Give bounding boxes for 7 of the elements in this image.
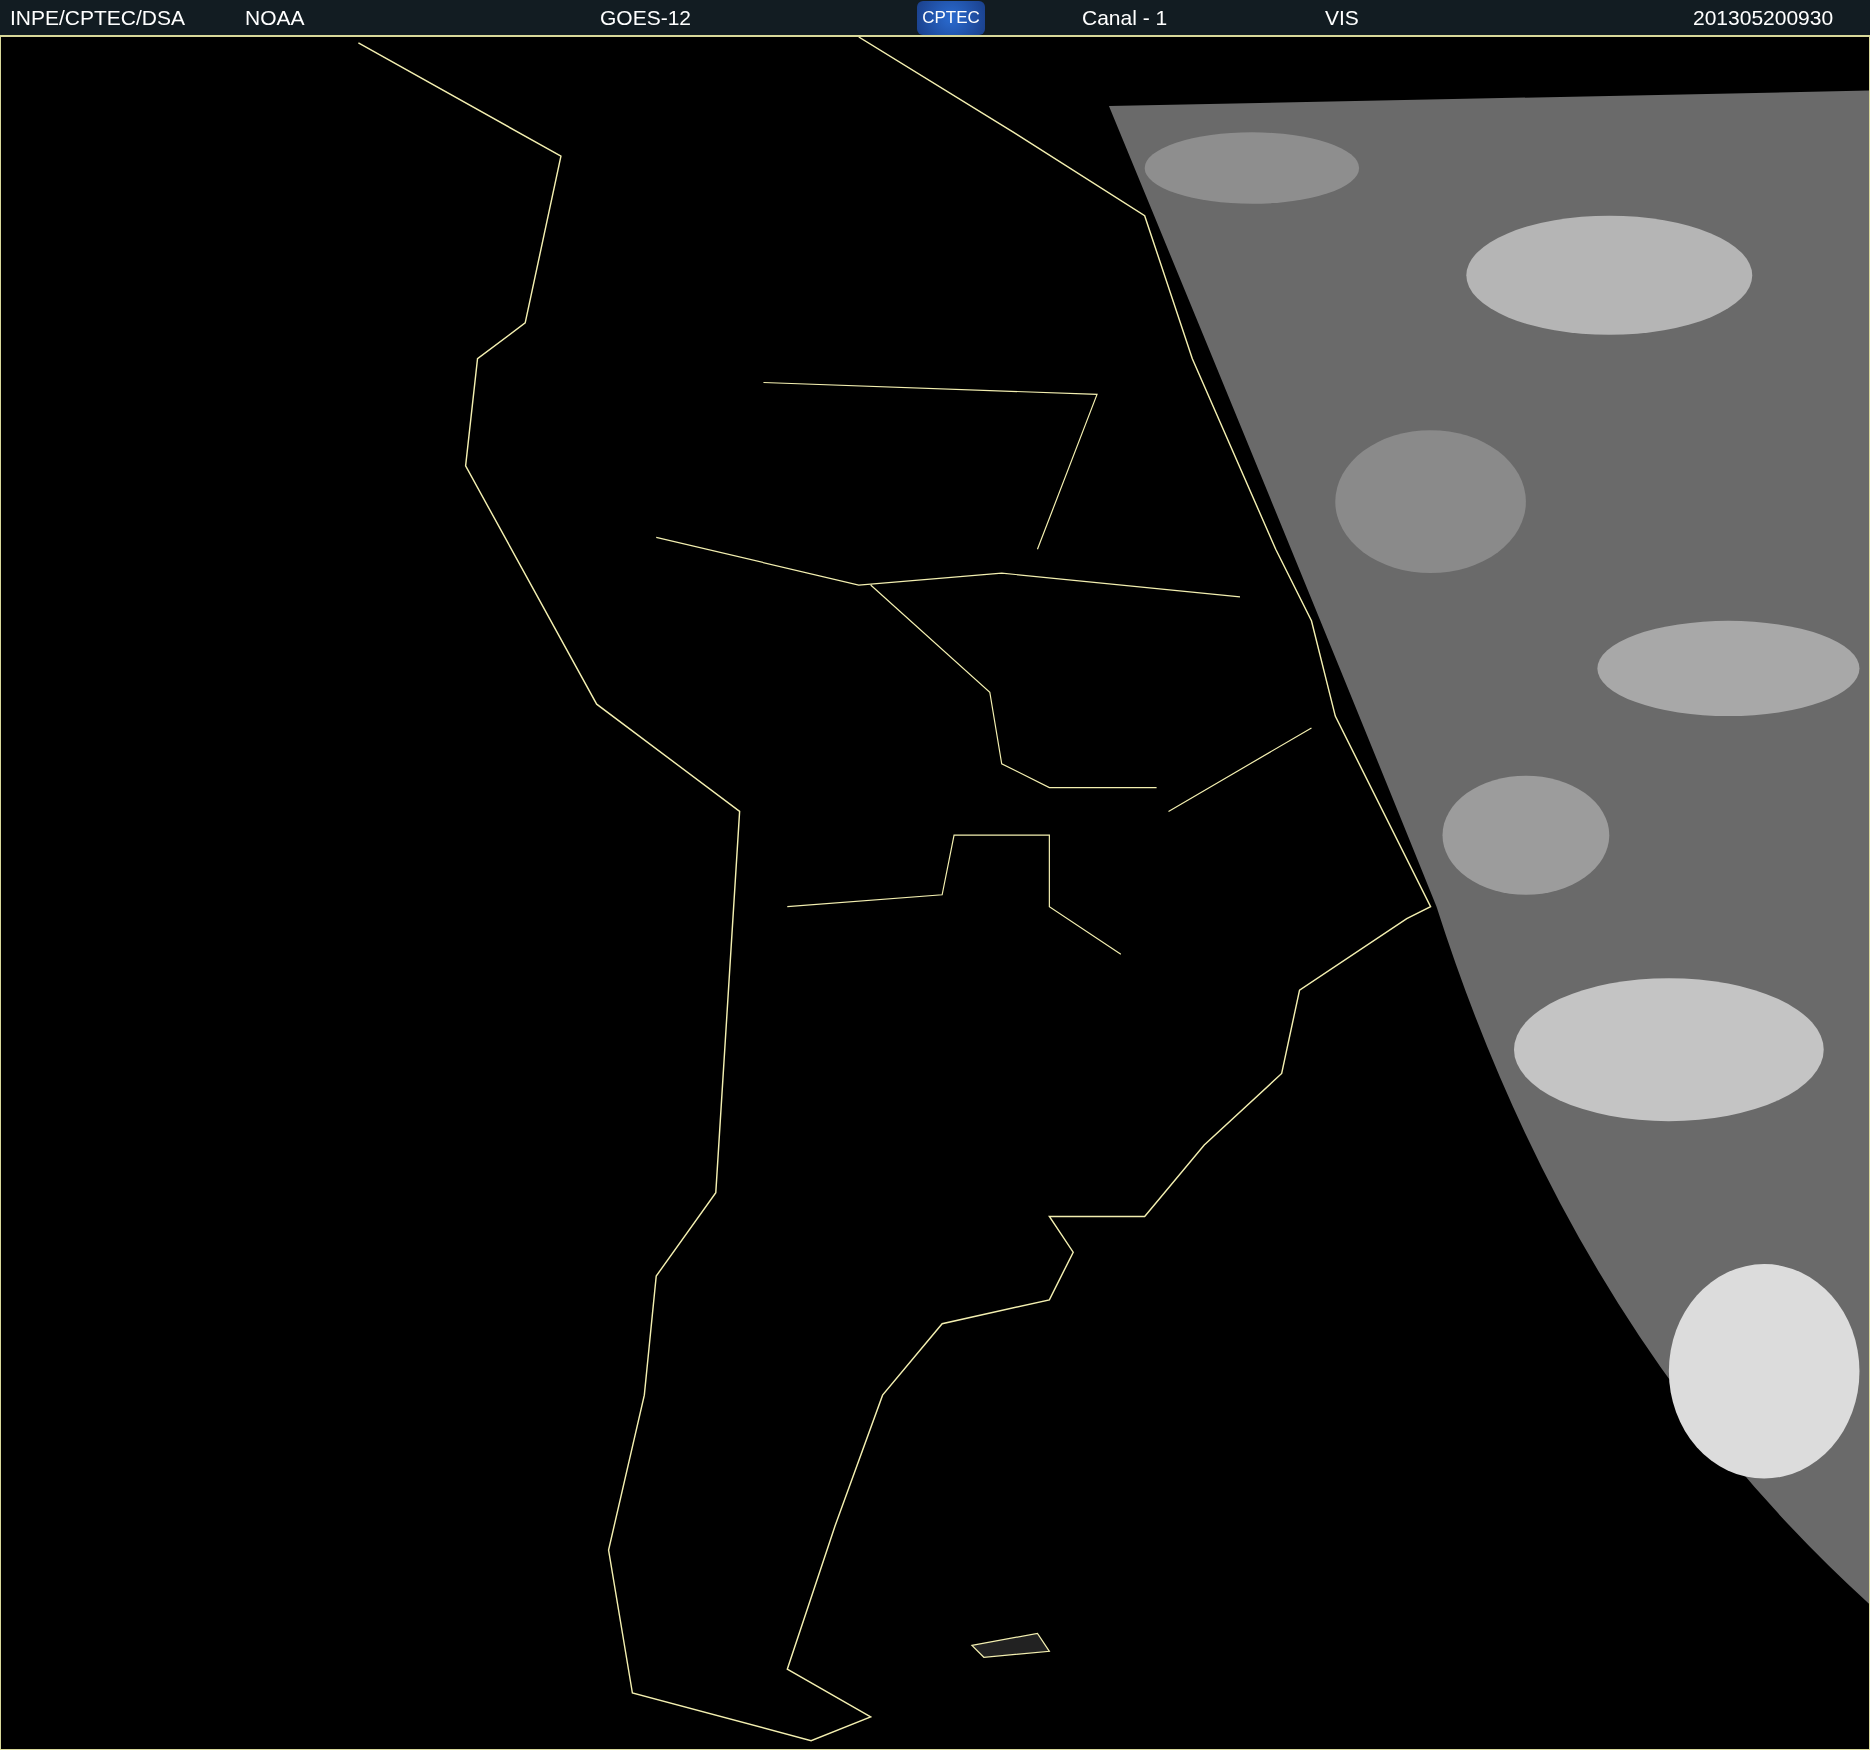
timestamp-label: 201305200930 (1693, 5, 1834, 30)
satellite-label: GOES-12 (600, 5, 693, 30)
band-label: VIS (1325, 5, 1360, 30)
logo: CPTEC (917, 0, 985, 35)
channel-label: Canal - 1 (1082, 5, 1169, 30)
agency-label: NOAA (245, 5, 306, 30)
source-label: INPE/CPTEC/DSA (10, 5, 187, 30)
